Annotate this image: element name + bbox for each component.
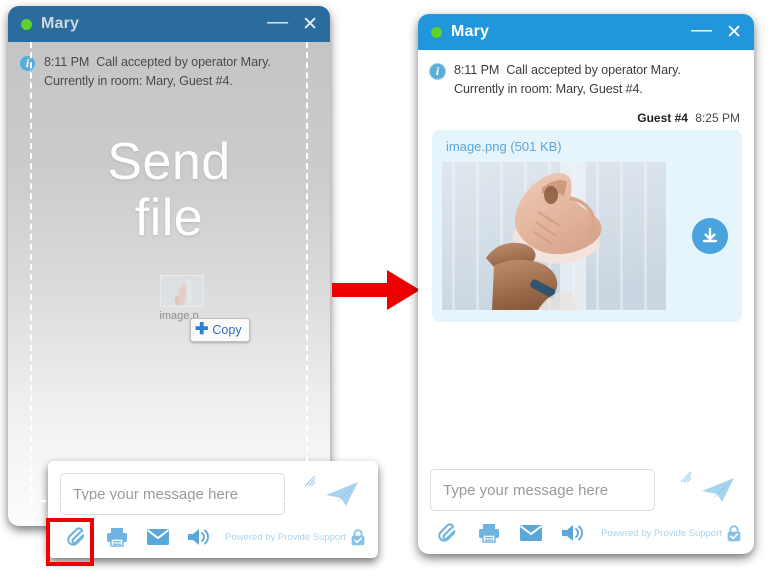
right-minimize-button[interactable]: — — [691, 19, 712, 40]
drag-thumbnail-image — [160, 275, 204, 307]
right-system-line1: Call accepted by operator Mary. — [506, 63, 681, 77]
right-lock-badge — [726, 524, 742, 542]
right-system-message: i 8:11 PM Call accepted by operator Mary… — [418, 50, 754, 105]
left-minimize-button[interactable]: — — [267, 11, 288, 32]
email-icon — [146, 529, 169, 545]
email-icon — [520, 525, 542, 541]
left-operator-name: Mary — [41, 15, 80, 32]
attach-file-icon-button[interactable] — [432, 520, 462, 546]
resize-grip-icon — [680, 471, 692, 483]
file-message-bubble: image.png (501 KB) — [432, 130, 742, 322]
right-composer-row — [430, 469, 742, 511]
right-send-button[interactable] — [694, 476, 742, 504]
file-dropzone[interactable]: i 8:11 PM Call accepted by operator Mary… — [8, 42, 330, 526]
right-chat-window: Mary — ✕ i 8:11 PM Call accepted by oper… — [418, 14, 754, 554]
email-icon-button[interactable] — [144, 524, 173, 550]
left-lock-badge — [350, 528, 366, 546]
drag-copy-badge: ✚ Copy — [190, 318, 250, 342]
sound-icon-button[interactable] — [558, 520, 588, 546]
right-system-time: 8:11 PM — [454, 63, 500, 77]
dropzone-title-line1: Send — [107, 133, 231, 191]
right-titlebar: Mary — ✕ — [418, 14, 754, 50]
drag-ghost: image.p — [159, 275, 204, 322]
attach-file-icon-button[interactable] — [62, 524, 91, 550]
download-icon — [702, 227, 718, 243]
right-powered-by[interactable]: Powered by Provide Support — [601, 524, 742, 542]
sound-icon — [562, 525, 583, 541]
left-system-line2: Currently in room: Mary, Guest #4. — [44, 74, 233, 88]
left-system-message: i 8:11 PM Call accepted by operator Mary… — [8, 42, 330, 97]
left-system-line1: Call accepted by operator Mary. — [96, 55, 271, 69]
right-tool-row: Powered by Provide Support — [430, 520, 742, 546]
left-system-message-text: 8:11 PM Call accepted by operator Mary. … — [44, 53, 271, 91]
left-send-button[interactable] — [318, 480, 366, 508]
file-name-link[interactable]: image.png (501 KB) — [442, 139, 732, 154]
right-powered-by-label: Powered by Provide Support — [601, 527, 722, 539]
resize-grip-icon — [304, 475, 316, 487]
left-chat-window: Mary — ✕ i 8:11 PM Call accepted by oper… — [8, 6, 330, 526]
download-file-button[interactable] — [692, 218, 728, 254]
dropzone-title: Send file — [8, 134, 330, 246]
chat-transcript: i 8:11 PM Call accepted by operator Mary… — [418, 50, 754, 402]
dropzone-title-line2: file — [134, 189, 204, 247]
right-operator-name: Mary — [451, 23, 490, 40]
drag-copy-badge-label: Copy — [212, 323, 242, 337]
right-system-message-text: 8:11 PM Call accepted by operator Mary. … — [454, 61, 681, 99]
online-status-dot — [21, 18, 32, 30]
flow-arrow-right — [332, 270, 420, 310]
right-composer: Powered by Provide Support — [418, 457, 754, 554]
left-message-input[interactable] — [60, 473, 285, 515]
info-icon: i — [19, 55, 36, 72]
print-icon — [107, 528, 128, 547]
image-preview[interactable] — [442, 162, 666, 310]
left-powered-by-label: Powered by Provide Support — [225, 531, 346, 543]
left-input-wrap — [60, 473, 318, 515]
left-powered-by[interactable]: Powered by Provide Support — [225, 528, 366, 546]
attach-file-icon — [67, 527, 85, 546]
right-close-button[interactable]: ✕ — [726, 23, 742, 42]
attach-file-icon — [438, 523, 456, 542]
print-icon — [479, 524, 499, 543]
print-icon-button[interactable] — [103, 524, 132, 550]
file-bubble-body — [442, 162, 732, 310]
sound-icon-button[interactable] — [184, 524, 213, 550]
sound-icon — [187, 529, 209, 545]
left-titlebar: Mary — ✕ — [8, 6, 330, 42]
left-tool-row: Powered by Provide Support — [60, 524, 366, 550]
send-plane-icon — [326, 482, 358, 506]
left-system-time: 8:11 PM — [44, 55, 90, 69]
lock-check-icon — [351, 528, 365, 545]
left-composer-row — [60, 473, 366, 515]
drop-target-outline — [30, 42, 308, 502]
info-icon: i — [429, 63, 446, 80]
message-meta: Guest #4 8:25 PM — [418, 105, 754, 130]
online-status-dot — [431, 26, 442, 38]
right-message-input[interactable] — [430, 469, 655, 511]
right-input-wrap — [430, 469, 694, 511]
left-close-button[interactable]: ✕ — [302, 15, 318, 34]
message-time: 8:25 PM — [695, 111, 740, 125]
email-icon-button[interactable] — [516, 520, 546, 546]
left-composer: Powered by Provide Support — [48, 461, 378, 558]
lock-check-icon — [727, 524, 741, 541]
print-icon-button[interactable] — [474, 520, 504, 546]
send-plane-icon — [702, 478, 734, 502]
right-system-line2: Currently in room: Mary, Guest #4. — [454, 82, 643, 96]
plus-icon: ✚ — [195, 321, 209, 338]
message-sender: Guest #4 — [637, 111, 688, 125]
